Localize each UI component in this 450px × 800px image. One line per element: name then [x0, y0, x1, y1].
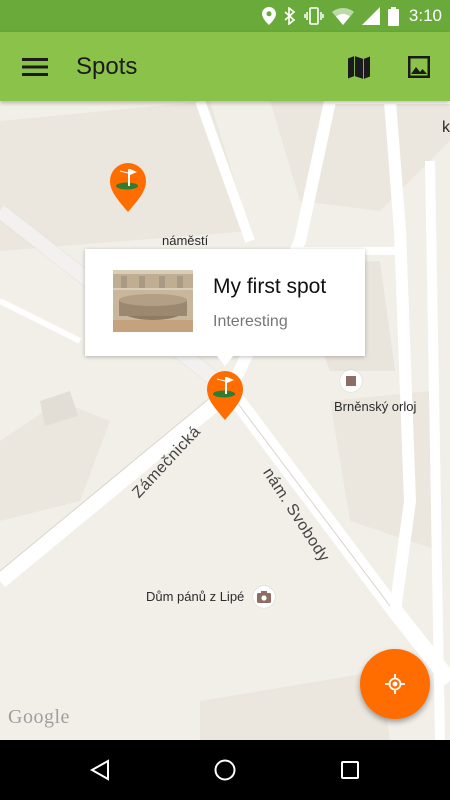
google-attribution: Google: [8, 706, 70, 728]
poi-camera-icon[interactable]: [253, 586, 275, 608]
map-view-button[interactable]: [338, 46, 380, 88]
battery-icon: [387, 6, 399, 26]
recents-icon: [341, 761, 359, 779]
my-location-button[interactable]: [360, 649, 430, 719]
back-button[interactable]: [78, 748, 122, 792]
page-title: Spots: [76, 53, 138, 80]
home-icon: [214, 759, 236, 781]
recents-button[interactable]: [328, 748, 372, 792]
spot-thumbnail: [113, 270, 193, 332]
my-location-icon: [385, 674, 405, 694]
status-time: 3:10: [408, 6, 442, 25]
golf-flag-marker-icon: [110, 163, 146, 212]
map-label-dum: Dům pánů z Lipé: [146, 589, 245, 604]
gallery-view-button[interactable]: [398, 46, 440, 88]
menu-button[interactable]: [14, 46, 56, 88]
map-view[interactable]: náměstí k Brněnský orloj Dům pánů z Lipé…: [0, 101, 450, 740]
vibrate-icon: [304, 7, 324, 25]
map-label-orloj: Brněnský orloj: [334, 399, 417, 414]
spot-marker[interactable]: [109, 163, 147, 213]
navigation-bar: [0, 740, 450, 800]
app-bar: Spots: [0, 32, 450, 101]
hamburger-menu-icon: [22, 58, 48, 76]
back-icon: [89, 759, 109, 781]
gallery-icon: [408, 56, 430, 78]
map-label-edge: k: [442, 119, 450, 136]
camera-icon: [257, 591, 271, 603]
wifi-icon: [331, 7, 354, 25]
app-screen: 3:10 Spots náměstí k Brněnský orloj Dům …: [0, 0, 450, 800]
map-icon: [348, 56, 370, 79]
bluetooth-icon: [284, 7, 296, 25]
square-icon: [346, 376, 356, 386]
status-bar: 3:10: [0, 0, 450, 32]
location-icon: [261, 7, 276, 25]
poi-landmark-icon[interactable]: [340, 370, 362, 392]
spot-subtitle: Interesting: [213, 313, 288, 330]
signal-icon: [361, 7, 380, 25]
spot-marker-selected[interactable]: [206, 371, 244, 421]
spot-title: My first spot: [213, 275, 327, 298]
spot-info-window[interactable]: My first spot Interesting: [85, 249, 365, 366]
home-button[interactable]: [203, 748, 247, 792]
map-label-namesti: náměstí: [162, 233, 209, 248]
golf-flag-marker-icon: [207, 371, 243, 420]
